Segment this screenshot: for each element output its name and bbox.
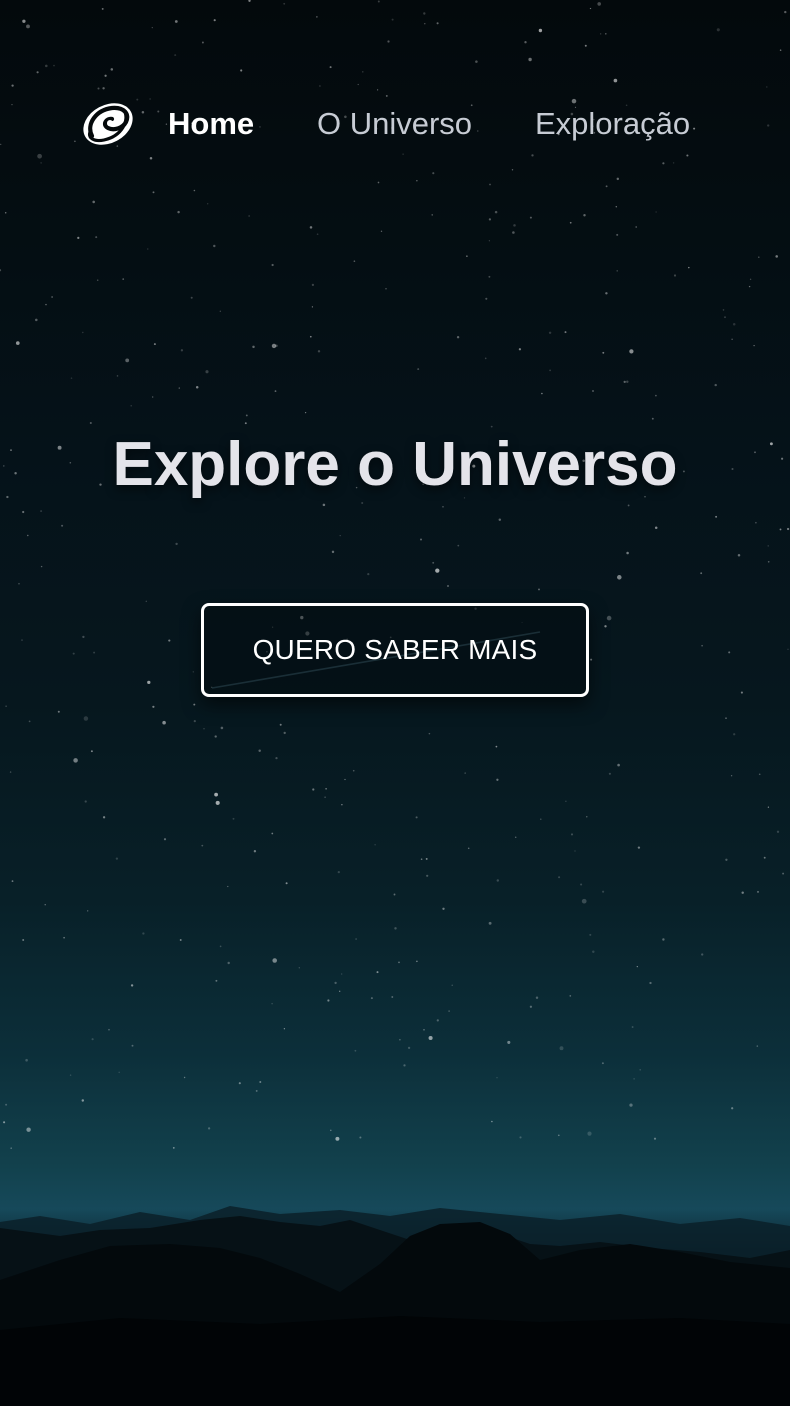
spiral-galaxy-icon bbox=[83, 103, 133, 145]
hero-title: Explore o Universo bbox=[112, 430, 678, 499]
main-navigation: Home O Universo Exploração bbox=[80, 96, 720, 156]
logo[interactable] bbox=[80, 98, 136, 150]
nav-link-o-universo[interactable]: O Universo bbox=[317, 106, 472, 142]
nav-link-exploracao[interactable]: Exploração bbox=[535, 106, 690, 142]
cta-button[interactable]: QUERO SABER MAIS bbox=[201, 603, 589, 697]
mountain-silhouette bbox=[0, 1206, 790, 1406]
nav-link-home[interactable]: Home bbox=[168, 106, 254, 142]
hero-page: Home O Universo Exploração Explore o Uni… bbox=[0, 0, 790, 1406]
